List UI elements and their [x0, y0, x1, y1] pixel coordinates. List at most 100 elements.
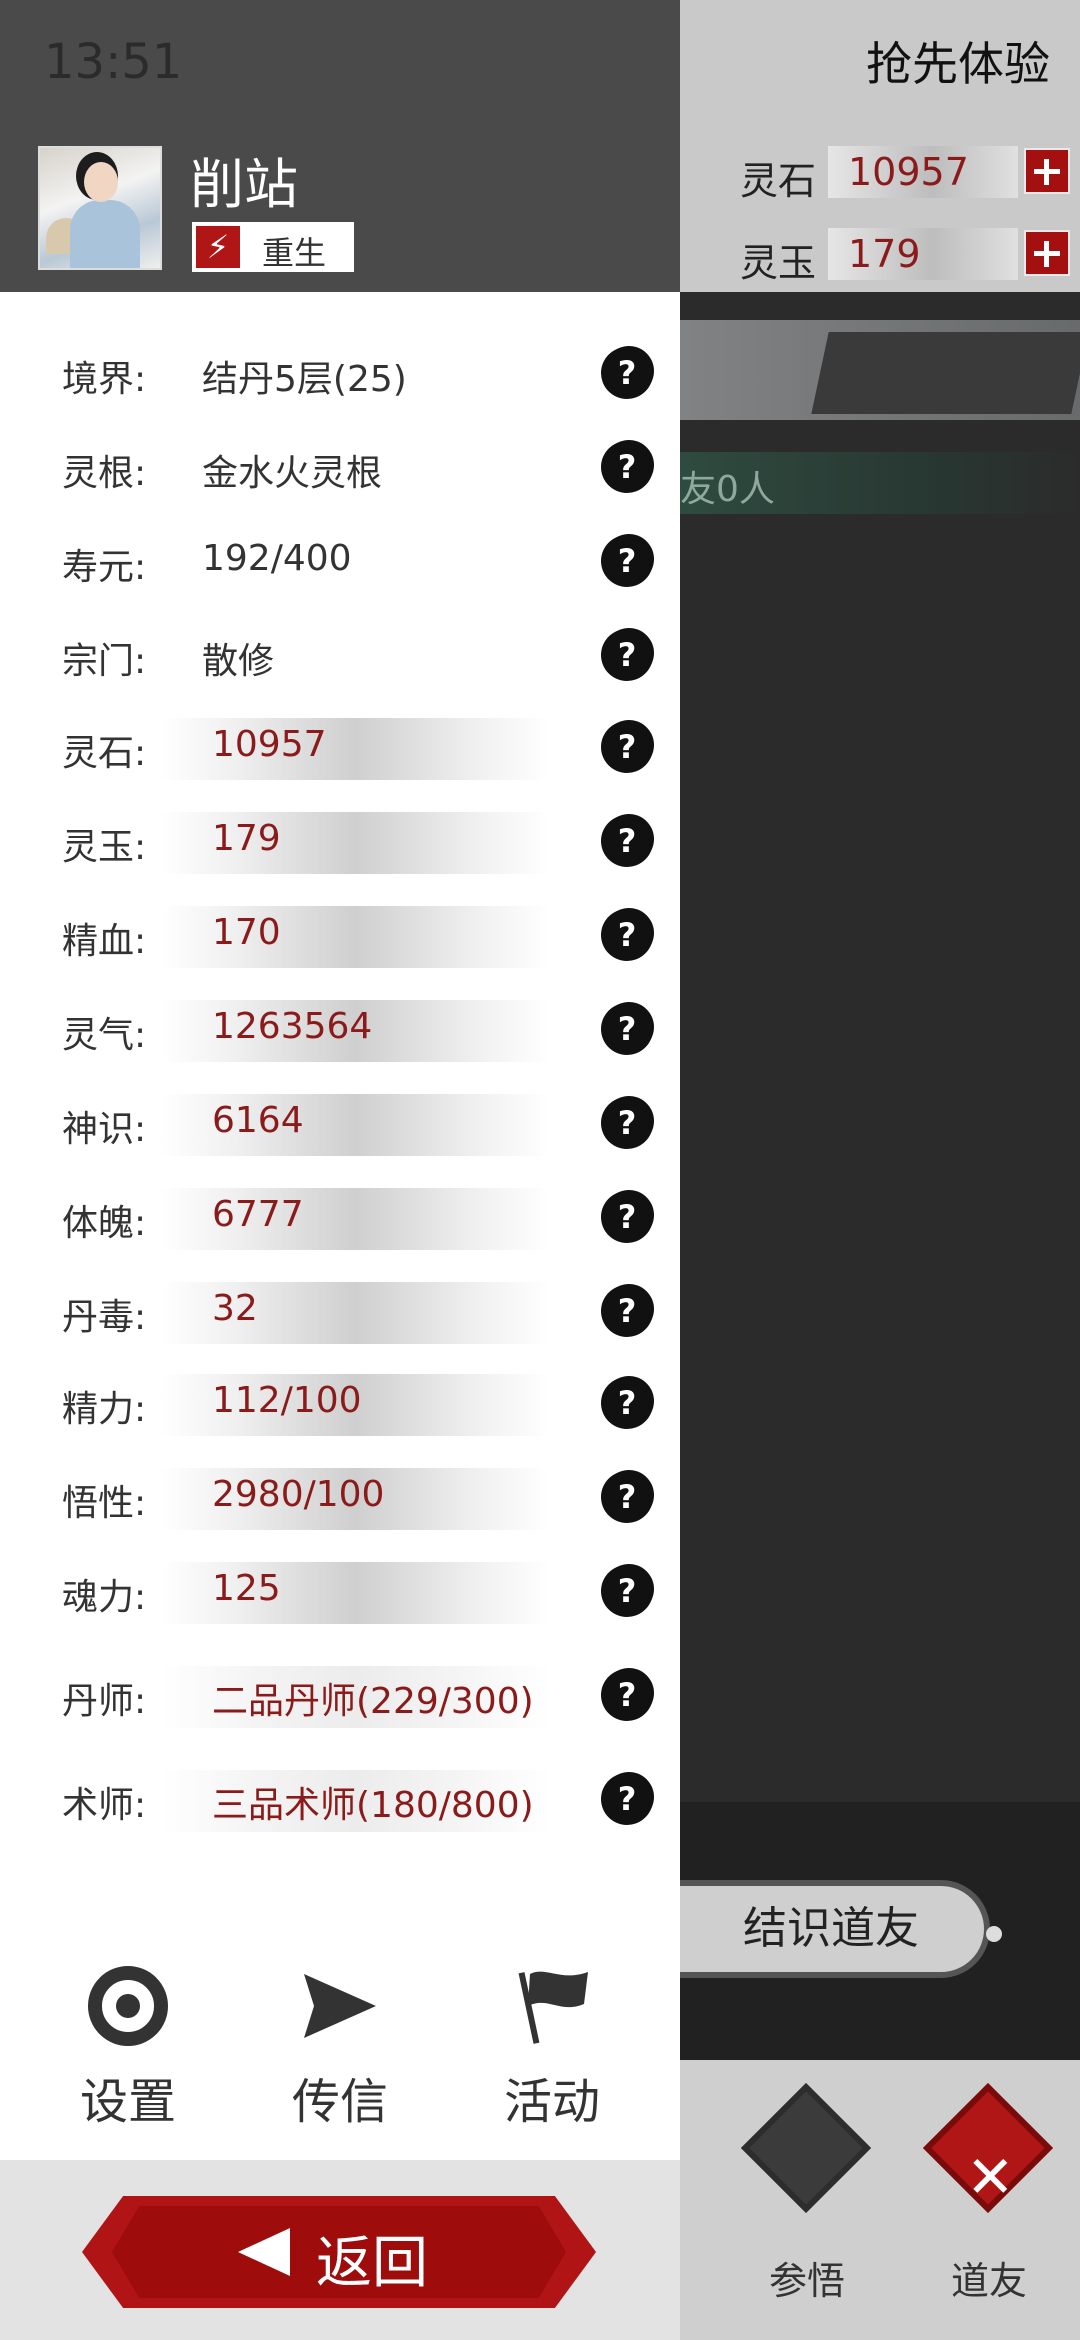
stat-value: 179 — [212, 818, 281, 859]
currency-value: 179 — [828, 228, 1018, 280]
stat-row-soul-power: 魂力: 125 ? — [0, 1560, 680, 1624]
stat-row-lifespan: 寿元: 192/400 ? — [0, 530, 680, 592]
stat-row-realm: 境界: 结丹5层(25) ? — [0, 342, 680, 404]
stat-row-essence-blood: 精血: 170 ? — [0, 904, 680, 968]
menu-label: 传信 — [291, 2074, 388, 2130]
stat-label: 神识: — [62, 1109, 147, 1150]
stat-bar: 112/100 — [160, 1374, 550, 1436]
stat-label: 灵根: — [62, 453, 147, 494]
stat-bar: 1263564 — [160, 1000, 550, 1062]
help-icon[interactable]: ? — [604, 1380, 650, 1426]
add-spirit-jade-button[interactable] — [1024, 230, 1070, 276]
stat-row-sect: 宗门: 散修 ? — [0, 624, 680, 686]
stat-row-spirit-stone: 灵石: 10957 ? — [0, 716, 680, 780]
stat-value: 结丹5层(25) — [202, 359, 407, 400]
stat-value: 散修 — [202, 641, 275, 682]
button-dot — [986, 1926, 1002, 1942]
help-icon[interactable]: ? — [604, 724, 650, 770]
player-name: 削站 — [190, 153, 298, 216]
help-icon[interactable]: ? — [604, 1100, 650, 1146]
stat-value: 125 — [212, 1568, 281, 1609]
back-arrow-icon — [238, 2228, 290, 2276]
menu-label: 活动 — [503, 2074, 600, 2130]
stat-row-technician: 术师: 三品术师(180/800) ? — [0, 1768, 680, 1832]
help-icon[interactable]: ? — [604, 632, 650, 678]
stat-bar: 6164 — [160, 1094, 550, 1156]
stat-value: 112/100 — [212, 1380, 362, 1421]
stat-label: 丹毒: — [62, 1297, 147, 1338]
back-label: 返回 — [316, 2231, 428, 2296]
help-icon[interactable]: ? — [604, 1194, 650, 1240]
help-icon[interactable]: ? — [604, 1672, 650, 1718]
stat-label: 灵石: — [62, 733, 147, 774]
menu-messages[interactable]: 传信 — [255, 1958, 425, 2130]
stat-bar: 6777 — [160, 1188, 550, 1250]
currency-label: 灵玉 — [740, 241, 817, 285]
stat-bar: 179 — [160, 812, 550, 874]
rebirth-badge[interactable]: ⚡ 重生 — [192, 222, 354, 272]
nav-label: 道友 — [950, 2259, 1027, 2303]
menu-events[interactable]: 活动 — [467, 1958, 637, 2130]
help-icon[interactable]: ? — [604, 444, 650, 490]
stat-label: 术师: — [62, 1785, 147, 1826]
stat-label: 灵气: — [62, 1015, 147, 1056]
stat-bar: 32 — [160, 1282, 550, 1344]
send-icon — [304, 1974, 376, 2038]
stat-label: 灵玉: — [62, 827, 147, 868]
stat-bar: 2980/100 — [160, 1468, 550, 1530]
help-icon[interactable]: ? — [604, 1776, 650, 1822]
stat-row-root: 灵根: 金水火灵根 ? — [0, 436, 680, 498]
stat-bar: 125 — [160, 1562, 550, 1624]
help-icon[interactable]: ? — [604, 1474, 650, 1520]
currency-spirit-jade: 灵玉 179 — [740, 222, 1080, 292]
menu-settings[interactable]: 设置 — [43, 1958, 213, 2130]
help-icon[interactable]: ? — [604, 818, 650, 864]
stat-value: 6777 — [212, 1194, 304, 1235]
stat-row-pill-toxin: 丹毒: 32 ? — [0, 1280, 680, 1344]
stat-label: 魂力: — [62, 1577, 147, 1618]
early-access-title: 抢先体验 — [866, 37, 1050, 91]
main-dark-panel — [680, 292, 1080, 1802]
menu-label: 设置 — [79, 2074, 176, 2130]
help-icon[interactable]: ? — [604, 350, 650, 396]
stat-value: 32 — [212, 1288, 258, 1329]
close-icon: ✕ — [922, 2082, 1054, 2214]
scroll-banner-shadow — [811, 332, 1080, 414]
stat-label: 体魄: — [62, 1203, 147, 1244]
stat-label: 精血: — [62, 921, 147, 962]
stat-row-comprehension: 悟性: 2980/100 ? — [0, 1466, 680, 1530]
nav-friends[interactable]: ✕ 道友 — [922, 2082, 1054, 2310]
help-icon[interactable]: ? — [604, 1288, 650, 1334]
avatar[interactable] — [38, 146, 162, 270]
stat-label: 寿元: — [62, 547, 147, 588]
meet-friends-button[interactable]: 结识道友 — [672, 1880, 990, 1978]
nav-label: 参悟 — [768, 2259, 845, 2303]
help-icon[interactable]: ? — [604, 1006, 650, 1052]
help-icon[interactable]: ? — [604, 1568, 650, 1614]
status-time: 13:51 — [44, 34, 183, 90]
stat-row-energy: 精力: 112/100 ? — [0, 1372, 680, 1436]
stat-value: 二品丹师(229/300) — [212, 1681, 534, 1722]
stat-label: 丹师: — [62, 1681, 147, 1722]
add-spirit-stone-button[interactable] — [1024, 148, 1070, 194]
stat-value: 192/400 — [202, 538, 352, 579]
rebirth-label: 重生 — [262, 234, 327, 272]
stat-bar: 二品丹师(229/300) — [160, 1666, 550, 1728]
stat-label: 悟性: — [62, 1483, 147, 1524]
help-icon[interactable]: ? — [604, 538, 650, 584]
flag-icon — [518, 1971, 588, 2044]
lightning-icon: ⚡ — [196, 226, 240, 268]
stat-value: 2980/100 — [212, 1474, 385, 1515]
stat-value: 三品术师(180/800) — [212, 1785, 534, 1826]
stat-value: 1263564 — [212, 1006, 373, 1047]
stat-row-qi: 灵气: 1263564 ? — [0, 998, 680, 1062]
stat-row-spirit-jade: 灵玉: 179 ? — [0, 810, 680, 874]
nav-enlightenment[interactable]: 参悟 — [740, 2082, 872, 2310]
stat-value: 6164 — [212, 1100, 304, 1141]
stat-label: 宗门: — [62, 641, 147, 682]
stat-label: 精力: — [62, 1389, 147, 1430]
stat-row-alchemist: 丹师: 二品丹师(229/300) ? — [0, 1664, 680, 1728]
help-icon[interactable]: ? — [604, 912, 650, 958]
stat-value: 金水火灵根 — [202, 453, 383, 494]
stat-row-divine-sense: 神识: 6164 ? — [0, 1092, 680, 1156]
